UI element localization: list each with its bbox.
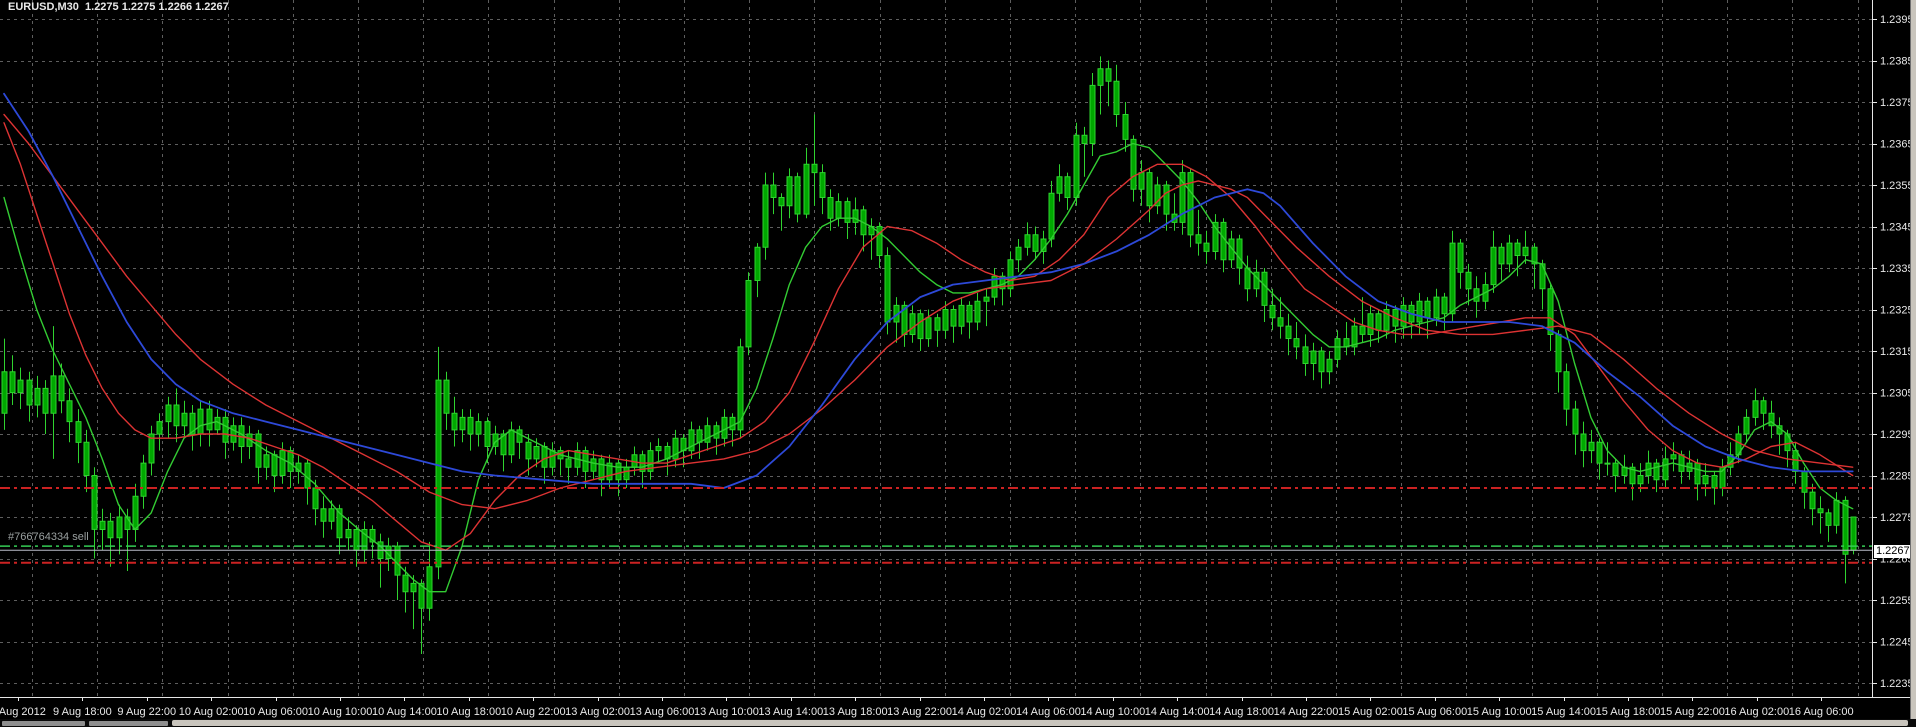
time-axis-label: 14 Aug 10:00 (1080, 706, 1145, 718)
scrollbar-segment[interactable] (2, 721, 85, 726)
time-axis-label: 10 Aug 18:00 (436, 706, 501, 718)
price-axis-label: 1.2355 (1880, 180, 1914, 192)
time-axis-label: 15 Aug 02:00 (1338, 706, 1403, 718)
time-axis-label: 9 Aug 2012 (0, 706, 46, 718)
price-axis-label: 1.2295 (1880, 429, 1914, 441)
time-axis-label: 14 Aug 06:00 (1016, 706, 1081, 718)
price-axis-label: 1.2365 (1880, 139, 1914, 151)
time-axis-label: 10 Aug 02:00 (179, 706, 244, 718)
time-axis-label: 15 Aug 06:00 (1402, 706, 1467, 718)
time-axis-label: 13 Aug 02:00 (565, 706, 630, 718)
candlestick-chart[interactable]: 1.2395 1.2385 1.2375 1.2365 1.2355 1.2345 1.23… (0, 0, 1916, 727)
time-axis-label: 13 Aug 14:00 (758, 706, 823, 718)
price-axis-label: 1.2235 (1880, 678, 1914, 690)
price-axis-label: 1.2375 (1880, 97, 1914, 109)
current-price-tag: 1.2267 (1874, 545, 1912, 558)
time-axis-label: 10 Aug 14:00 (372, 706, 437, 718)
chart-title: EURUSD,M30 1.2275 1.2275 1.2266 1.2267 (8, 1, 229, 13)
time-axis-label: 16 Aug 02:00 (1724, 706, 1789, 718)
time-axis-label: 14 Aug 22:00 (1274, 706, 1339, 718)
scrollbar-segment[interactable] (89, 721, 168, 726)
time-axis-label: 13 Aug 18:00 (823, 706, 888, 718)
price-axis-label: 1.2325 (1880, 305, 1914, 317)
time-axis-label: 15 Aug 14:00 (1531, 706, 1596, 718)
time-axis-label: 13 Aug 22:00 (887, 706, 952, 718)
time-axis-label: 10 Aug 22:00 (501, 706, 566, 718)
time-axis-label: 15 Aug 10:00 (1467, 706, 1532, 718)
time-axis-label: 14 Aug 02:00 (952, 706, 1017, 718)
price-axis-label: 1.2335 (1880, 263, 1914, 275)
price-axis-label: 1.2395 (1880, 14, 1914, 26)
time-axis-label: 9 Aug 22:00 (117, 706, 176, 718)
scrollbar-thumb[interactable] (172, 720, 1908, 726)
price-axis-label: 1.2275 (1880, 512, 1914, 524)
chart-window: 1.2395 1.2385 1.2375 1.2365 1.2355 1.2345 1.23… (0, 0, 1916, 727)
price-axis-label: 1.2345 (1880, 222, 1914, 234)
price-axis-label: 1.2305 (1880, 388, 1914, 400)
price-axis-label: 1.2385 (1880, 56, 1914, 68)
time-axis-label: 10 Aug 10:00 (308, 706, 373, 718)
price-axis-label: 1.2245 (1880, 637, 1914, 649)
time-axis-label: 10 Aug 06:00 (243, 706, 308, 718)
time-axis-label: 9 Aug 18:00 (53, 706, 112, 718)
price-axis-label: 1.2255 (1880, 595, 1914, 607)
time-axis-label: 13 Aug 10:00 (694, 706, 759, 718)
time-axis-label: 15 Aug 22:00 (1660, 706, 1725, 718)
price-axis-label: 1.2285 (1880, 471, 1914, 483)
time-axis-label: 13 Aug 06:00 (630, 706, 695, 718)
horizontal-scrollbar[interactable] (0, 719, 1916, 727)
time-axis-label: 15 Aug 18:00 (1596, 706, 1661, 718)
vertical-scrollbar[interactable] (1910, 0, 1916, 727)
order-label: #766764334 sell (8, 531, 89, 543)
time-axis-label: 14 Aug 14:00 (1145, 706, 1210, 718)
time-axis-label: 14 Aug 18:00 (1209, 706, 1274, 718)
time-axis-label: 16 Aug 06:00 (1789, 706, 1854, 718)
price-axis-label: 1.2315 (1880, 346, 1914, 358)
